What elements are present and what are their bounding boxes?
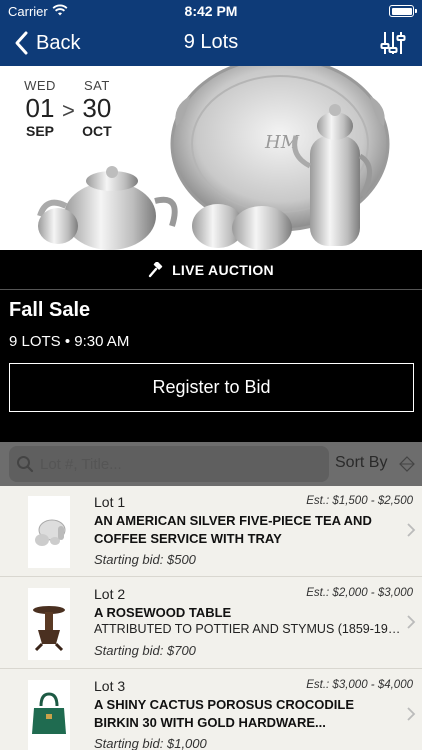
- chevron-right-icon: [407, 523, 416, 537]
- start-day: 01: [25, 93, 55, 123]
- lot-subtitle: ATTRIBUTED TO POTTIER AND STYMUS (1859-1…: [94, 622, 406, 636]
- gavel-icon: [148, 261, 163, 277]
- search-icon: [17, 456, 34, 473]
- birkin-bag-thumbnail-image: [32, 692, 66, 734]
- end-date: SAT 30 OCT: [81, 78, 113, 139]
- end-month: OCT: [82, 123, 112, 139]
- lot-starting-bid: Starting bid: $700: [94, 643, 196, 658]
- lot-estimate: Est.: $3,000 - $4,000: [306, 679, 413, 691]
- lot-title: A ROSEWOOD TABLE: [94, 605, 232, 620]
- lot-estimate: Est.: $2,000 - $3,000: [306, 587, 413, 599]
- lot-list: Lot 1 Est.: $1,500 - $2,500 AN AMERICAN …: [0, 486, 422, 750]
- lot-row[interactable]: Lot 1 Est.: $1,500 - $2,500 AN AMERICAN …: [0, 486, 422, 577]
- lot-thumbnail: [28, 680, 70, 750]
- start-day-of-week: WED: [24, 78, 56, 93]
- sale-title: Fall Sale: [9, 299, 91, 321]
- lot-estimate: Est.: $1,500 - $2,500: [306, 495, 413, 507]
- lot-thumbnail: [28, 496, 70, 568]
- lot-thumbnail: [28, 588, 70, 660]
- live-auction-label: LIVE AUCTION: [172, 261, 274, 278]
- status-time: 8:42 PM: [184, 3, 238, 19]
- chevron-right-icon: [407, 615, 416, 629]
- sale-info: Fall Sale 9 LOTS • 9:30 AM Register to B…: [0, 291, 422, 442]
- lot-number: Lot 3: [94, 678, 126, 694]
- lot-title: AN AMERICAN SILVER FIVE-PIECE TEA AND CO…: [94, 513, 372, 546]
- battery-icon: [389, 5, 417, 17]
- navigation-bar: Back 9 Lots: [0, 22, 422, 66]
- lot-row[interactable]: Lot 2 Est.: $2,000 - $3,000 A ROSEWOOD T…: [0, 578, 422, 669]
- lot-starting-bid: Starting bid: $1,000: [94, 736, 207, 750]
- rosewood-table-thumbnail-image: [33, 606, 65, 652]
- status-bar: Carrier 8:42 PM: [0, 0, 422, 22]
- sale-date-range: WED 01 SEP > SAT 30 OCT: [24, 78, 113, 139]
- end-day: 30: [82, 93, 112, 123]
- filter-sliders-icon[interactable]: [380, 30, 406, 56]
- live-auction-banner: LIVE AUCTION: [0, 250, 422, 290]
- page-title: 9 Lots: [183, 31, 239, 53]
- search-input[interactable]: [40, 455, 320, 473]
- hero-banner: HM WED 01 SEP > SAT 30 OCT: [0, 66, 422, 250]
- lot-starting-bid: Starting bid: $500: [94, 552, 196, 567]
- lot-number: Lot 1: [94, 494, 126, 510]
- lot-row[interactable]: Lot 3 Est.: $3,000 - $4,000 A SHINY CACT…: [0, 670, 422, 750]
- lot-title: A SHINY CACTUS POROSUS CROCODILE BIRKIN …: [94, 697, 355, 730]
- tea-set-thumbnail-image: [35, 519, 66, 546]
- lot-number: Lot 2: [94, 586, 126, 602]
- search-field[interactable]: [9, 446, 329, 482]
- date-arrow: >: [62, 98, 75, 123]
- end-day-of-week: SAT: [83, 78, 110, 93]
- search-sort-bar: Sort By: [0, 442, 422, 486]
- sale-meta: 9 LOTS • 9:30 AM: [9, 333, 130, 350]
- register-to-bid-button[interactable]: Register to Bid: [9, 363, 414, 412]
- start-date: WED 01 SEP: [24, 78, 56, 139]
- sort-by-button[interactable]: Sort By: [335, 454, 387, 472]
- chevron-right-icon: [407, 707, 416, 721]
- sort-icon[interactable]: [398, 455, 416, 473]
- top-bar: Carrier 8:42 PM Back 9 Lots: [0, 0, 422, 66]
- start-month: SEP: [25, 123, 54, 139]
